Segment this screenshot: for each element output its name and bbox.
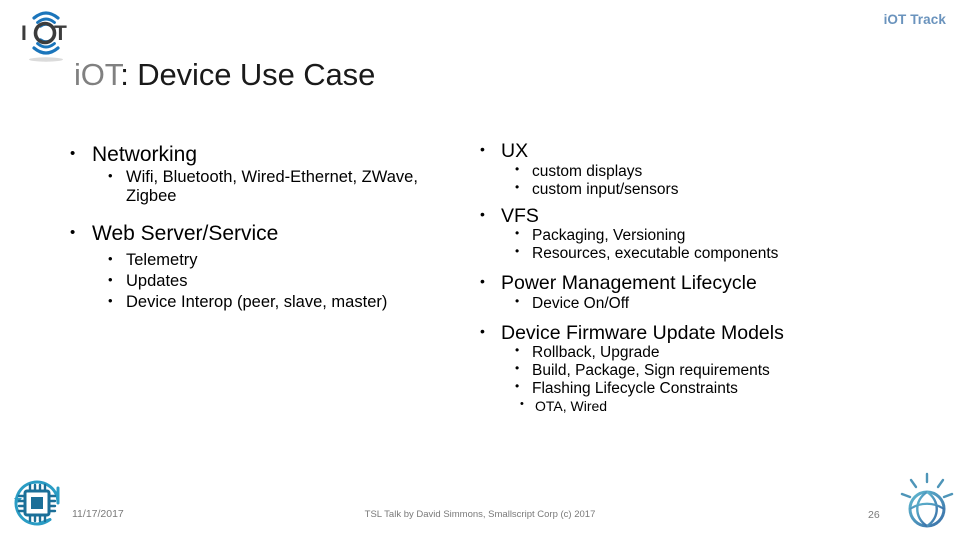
right-sublist-firmware: Rollback, Upgrade Build, Package, Sign r…	[480, 344, 910, 398]
lightbulb-globe-icon	[898, 470, 956, 534]
left-content-column: Networking Wifi, Bluetooth, Wired-Ethern…	[70, 143, 466, 314]
svg-text:I: I	[21, 22, 27, 45]
right-bullet-list-firmware: Device Firmware Update Models	[480, 322, 910, 345]
left-sublist-networking: Wifi, Bluetooth, Wired-Ethernet, ZWave, …	[70, 168, 466, 206]
bullet-device-interop: Device Interop (peer, slave, master)	[108, 293, 466, 312]
track-label: iOT Track	[883, 12, 946, 27]
bullet-networking: Networking	[70, 143, 466, 167]
right-bullet-list-ux: UX	[480, 140, 910, 163]
bullet-power-management-lifecycle: Power Management Lifecycle	[480, 272, 910, 295]
bullet-device-on-off: Device On/Off	[515, 295, 910, 313]
bullet-flashing-lifecycle-constraints: Flashing Lifecycle Constraints	[515, 380, 910, 398]
bullet-updates: Updates	[108, 272, 466, 291]
page-title-rest: : Device Use Case	[120, 57, 376, 92]
bullet-networking-protocols: Wifi, Bluetooth, Wired-Ethernet, ZWave, …	[108, 168, 466, 206]
bullet-custom-input-sensors: custom input/sensors	[515, 181, 910, 199]
right-sublist-ux: custom displays custom input/sensors	[480, 163, 910, 199]
bullet-ota-wired: OTA, Wired	[520, 398, 910, 414]
page-number: 26	[868, 509, 880, 521]
bullet-custom-displays: custom displays	[515, 163, 910, 181]
bullet-build-package-sign: Build, Package, Sign requirements	[515, 362, 910, 380]
right-sublist-power: Device On/Off	[480, 295, 910, 313]
bullet-ux: UX	[480, 140, 910, 163]
page-title-prefix: iOT	[74, 57, 121, 92]
iot-wifi-logo: I T	[9, 2, 83, 64]
bullet-packaging-versioning: Packaging, Versioning	[515, 227, 910, 245]
bullet-rollback-upgrade: Rollback, Upgrade	[515, 344, 910, 362]
left-bullet-list: Networking	[70, 143, 466, 167]
bullet-web-server-service: Web Server/Service	[70, 222, 466, 246]
right-bullet-list-vfs: VFS	[480, 205, 910, 228]
right-sublist-flashing: OTA, Wired	[480, 398, 910, 414]
microchip-refresh-icon	[4, 470, 70, 536]
right-sublist-vfs: Packaging, Versioning Resources, executa…	[480, 227, 910, 263]
slide-canvas: I T iOT Track iOT: Device Use Case Netwo…	[0, 0, 960, 540]
right-bullet-list-power: Power Management Lifecycle	[480, 272, 910, 295]
bullet-telemetry: Telemetry	[108, 251, 466, 270]
right-content-column: UX custom displays custom input/sensors …	[480, 140, 910, 414]
bullet-device-firmware-update-models: Device Firmware Update Models	[480, 322, 910, 345]
left-sublist-web-server: Telemetry Updates Device Interop (peer, …	[70, 251, 466, 312]
left-bullet-list-2: Web Server/Service	[70, 222, 466, 246]
bullet-resources-executable: Resources, executable components	[515, 245, 910, 263]
page-title: iOT: Device Use Case	[74, 57, 375, 93]
footer-attribution: TSL Talk by David Simmons, Smallscript C…	[364, 509, 596, 520]
bullet-vfs: VFS	[480, 205, 910, 228]
